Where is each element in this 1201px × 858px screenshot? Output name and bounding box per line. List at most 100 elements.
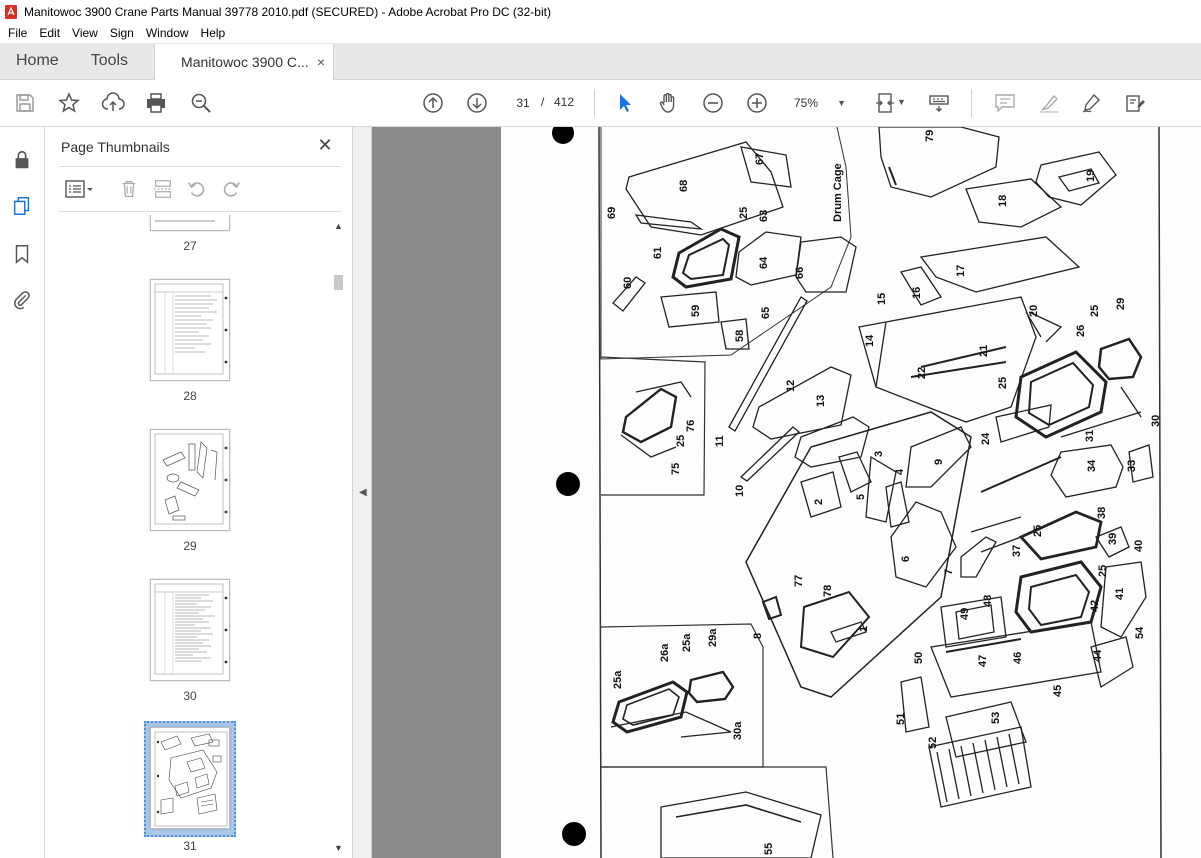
- binder-hole: [556, 472, 580, 496]
- part-callout-25a: 25a: [612, 670, 624, 689]
- comment-icon[interactable]: [992, 90, 1018, 116]
- scroll-up-arrow-icon[interactable]: ▲: [334, 221, 343, 231]
- part-callouts: 79676869 25 6361606466181917161559 65582026…: [606, 130, 1162, 855]
- part-callout-60: 60: [622, 277, 634, 289]
- hand-tool-icon[interactable]: [655, 90, 681, 116]
- share-upload-icon[interactable]: [100, 90, 126, 116]
- close-panel-icon[interactable]: ✕: [315, 135, 335, 155]
- delete-page-icon[interactable]: [117, 177, 141, 201]
- exploded-parts-diagram: Drum Cage 79676869 25 63616064661819171615…: [552, 127, 1162, 858]
- print-icon[interactable]: [143, 90, 169, 116]
- part-callout-9: 9: [933, 459, 945, 465]
- thumbnail-scrollbar[interactable]: ▲ ▼: [331, 215, 345, 858]
- panel-title: Page Thumbnails: [61, 139, 170, 155]
- bookmark-icon[interactable]: [9, 241, 35, 267]
- page-thumbnails-icon[interactable]: [9, 193, 35, 219]
- scroll-down-arrow-icon[interactable]: ▼: [334, 843, 343, 853]
- next-page-icon[interactable]: [464, 90, 490, 116]
- save-icon[interactable]: [12, 90, 38, 116]
- part-callout-33: 33: [1126, 460, 1138, 472]
- part-callout-17: 17: [955, 265, 967, 277]
- part-callout-15: 15: [876, 293, 888, 305]
- thumbnail-label: 28: [183, 389, 197, 403]
- menu-help[interactable]: Help: [195, 23, 232, 43]
- part-callout-19: 19: [1085, 170, 1097, 182]
- pdf-page: Drum Cage 79 67 68 69 25 63 61 60 64 66 18 19 17 16 15…: [501, 127, 1201, 858]
- part-callout-6: 6: [900, 556, 912, 562]
- part-callout-14: 14: [864, 334, 876, 347]
- tab-tools[interactable]: Tools: [75, 43, 144, 79]
- page-fit-chevron-icon[interactable]: ▼: [897, 97, 906, 107]
- rotate-right-icon[interactable]: [219, 177, 243, 201]
- main-toolbar: / 412 75% ▼ ▼: [0, 80, 1201, 127]
- tab-document[interactable]: Manitowoc 3900 C... ×: [154, 44, 335, 80]
- panel-divider: [59, 166, 341, 167]
- part-callout-51: 51: [895, 713, 907, 725]
- part-callout-12: 12: [785, 380, 797, 392]
- part-callout-26a: 26a: [659, 643, 671, 662]
- thumbnail-page-27[interactable]: [150, 215, 230, 231]
- panel-collapse-handle[interactable]: ◀: [353, 127, 372, 858]
- highlight-pen-icon[interactable]: [1036, 90, 1062, 116]
- insert-page-icon[interactable]: [151, 177, 175, 201]
- part-callout-79: 79: [924, 130, 936, 142]
- part-callout-59: 59: [690, 305, 702, 317]
- thumbnail-page-31[interactable]: [150, 727, 230, 829]
- zoom-select[interactable]: 75% ▼: [790, 91, 850, 115]
- menu-file[interactable]: File: [2, 23, 33, 43]
- part-callout-2: 2: [813, 499, 825, 505]
- part-callout-55: 55: [763, 843, 775, 855]
- part-callout-1: 1: [858, 626, 870, 632]
- part-callout-46: 46: [1012, 652, 1024, 664]
- thumbnail-page-30[interactable]: [150, 579, 230, 681]
- bookmark-star-icon[interactable]: [56, 90, 82, 116]
- zoom-out-icon[interactable]: [700, 90, 726, 116]
- menu-edit[interactable]: Edit: [33, 23, 66, 43]
- zoom-in-icon[interactable]: [744, 90, 770, 116]
- thumbnail-tools: [59, 175, 341, 203]
- part-callout-48: 48: [982, 595, 994, 607]
- zoom-search-icon[interactable]: [188, 90, 214, 116]
- part-callout-76: 76: [685, 420, 697, 432]
- select-cursor-icon[interactable]: [612, 90, 638, 116]
- menu-window[interactable]: Window: [140, 23, 195, 43]
- menu-sign[interactable]: Sign: [104, 23, 140, 43]
- part-callout-13: 13: [815, 395, 827, 407]
- part-callout-40: 40: [1133, 540, 1145, 552]
- document-view[interactable]: Drum Cage 79 67 68 69 25 63 61 60 64 66 18 19 17 16 15…: [372, 127, 1201, 858]
- part-callout-49: 49: [959, 608, 971, 620]
- part-callout-38: 38: [1096, 507, 1108, 519]
- part-callout-21: 21: [978, 345, 990, 357]
- scrollbar-thumb[interactable]: [334, 275, 343, 290]
- fill-sign-icon[interactable]: [1122, 90, 1148, 116]
- binder-hole: [562, 822, 586, 846]
- part-callout-30a: 30a: [732, 721, 744, 740]
- thumbnail-list: 27 28 29 30 31: [45, 215, 331, 858]
- page-number-input[interactable]: [509, 91, 537, 115]
- part-callout-47: 47: [977, 655, 989, 667]
- part-callout-75: 75: [670, 463, 682, 475]
- page-fit-icon[interactable]: [872, 90, 898, 116]
- part-callout-20: 20: [1028, 305, 1040, 317]
- part-callout-18: 18: [997, 195, 1009, 207]
- collapse-arrow-icon[interactable]: ◀: [359, 487, 367, 498]
- tab-close-icon[interactable]: ×: [317, 54, 325, 70]
- menu-view[interactable]: View: [66, 23, 104, 43]
- lock-icon[interactable]: [9, 147, 35, 173]
- attachment-paperclip-icon[interactable]: [9, 287, 35, 313]
- previous-page-icon[interactable]: [420, 90, 446, 116]
- part-callout-37: 37: [1011, 545, 1023, 557]
- part-callout-24: 24: [980, 432, 992, 445]
- part-callout-29: 29: [1115, 298, 1127, 310]
- options-menu-icon[interactable]: [61, 177, 97, 201]
- part-callout-67: 67: [754, 153, 766, 165]
- thumbnail-page-28[interactable]: [150, 279, 230, 381]
- tab-home[interactable]: Home: [0, 43, 75, 79]
- keyboard-scroll-icon[interactable]: [926, 90, 952, 116]
- sign-pen-icon[interactable]: [1079, 90, 1105, 116]
- part-callout-25: 25: [997, 377, 1009, 389]
- thumbnail-page-29[interactable]: [150, 429, 230, 531]
- drum-cage-label: Drum Cage: [832, 163, 844, 222]
- rotate-left-icon[interactable]: [185, 177, 209, 201]
- zoom-value: 75%: [794, 96, 819, 110]
